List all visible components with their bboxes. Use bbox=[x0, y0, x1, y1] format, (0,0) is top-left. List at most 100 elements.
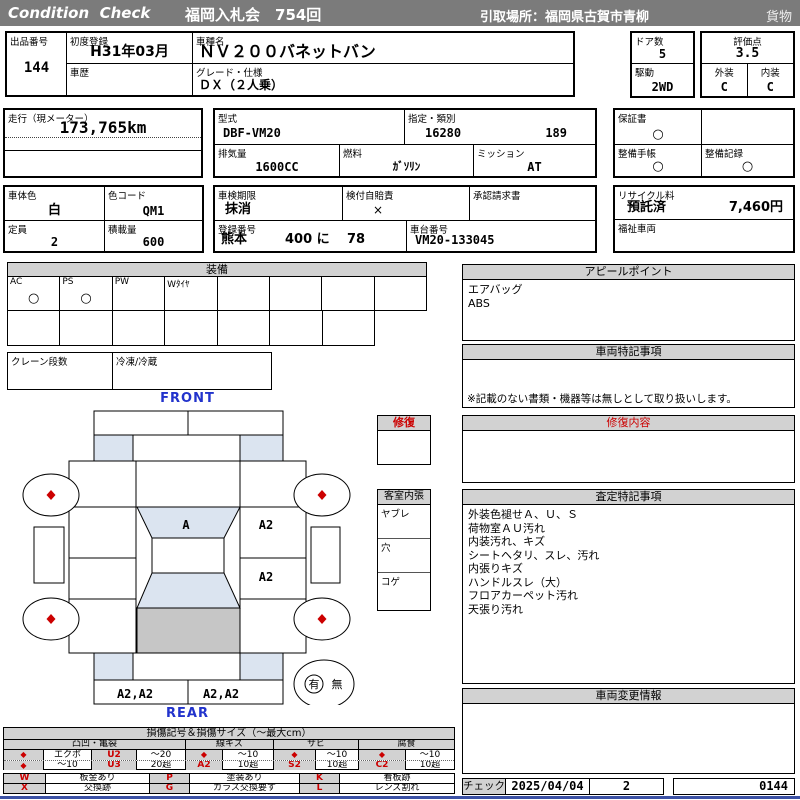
lot-number-value: 144 bbox=[23, 60, 50, 76]
maintenance-record-label: 整備記録 bbox=[705, 149, 744, 160]
rear-bumper-mark-left: A2,A2 bbox=[117, 687, 153, 701]
car-damage-diagram: A A2 A2 A2,A2 A2,A2 有 無 bbox=[22, 410, 355, 705]
warranty-value: ○ bbox=[652, 127, 664, 142]
equipment-cell-label: Wﾀｲﾔ bbox=[167, 280, 190, 290]
rear-bumper-mark-right: A2,A2 bbox=[203, 687, 239, 701]
capacity-value: 2 bbox=[50, 235, 59, 249]
equipment-cell-label: PS bbox=[62, 277, 74, 287]
windshield-damage-mark: A bbox=[182, 518, 190, 532]
assessment-content: 外装色褪せＡ、Ｕ、Ｓ 荷物室ＡＵ汚れ 内装汚れ、キズ シートヘタリ、スレ、汚れ … bbox=[468, 508, 600, 616]
repair-flag-title: 修復 bbox=[378, 416, 430, 431]
approval-label: 承認請求書 bbox=[473, 191, 521, 202]
front-label: FRONT bbox=[160, 391, 215, 406]
equipment-cell-empty bbox=[165, 311, 218, 345]
legend-symbol: ◆ bbox=[4, 761, 44, 770]
vehicle-category: 貨物 bbox=[765, 10, 792, 25]
equipment-cell-empty bbox=[113, 311, 166, 345]
cabin-row-burn: コゲ bbox=[381, 577, 401, 588]
legend-symbol: ◆ bbox=[4, 750, 44, 760]
check-count: 2 bbox=[622, 779, 631, 793]
color-code-label: 色コード bbox=[108, 191, 147, 202]
header-bar: Condition Check 福岡入札会 754回 引取場所：福岡県古賀市青柳… bbox=[0, 0, 800, 26]
score-value: 3.5 bbox=[735, 46, 760, 61]
check-label: チェック bbox=[463, 779, 506, 794]
model-code-value: DBF-VM20 bbox=[223, 126, 281, 140]
legend-code: U3 bbox=[92, 761, 137, 770]
vehicle-notes-disclaimer: ※記載のない書類・機器等は無しとして取り扱いします。 bbox=[467, 392, 737, 405]
equipment-cell bbox=[270, 277, 323, 310]
legend-code-p: P bbox=[150, 774, 190, 783]
legend-size: ～10 bbox=[223, 750, 274, 760]
inspection-value: 抹消 bbox=[225, 202, 252, 217]
warranty-label: 保証書 bbox=[618, 114, 647, 125]
inspection-reg-table: 車検期限 抹消 検付自賠責 × 承認請求書 登録番号 熊本 400 に 78 車… bbox=[213, 185, 597, 253]
recycle-status: 預託済 bbox=[627, 200, 667, 215]
body-color-value: 白 bbox=[47, 203, 61, 218]
class-number-value1: 16280 bbox=[425, 126, 462, 140]
legend-codes-table: W 板金あり P 塗装あり K 看板跡 X 交換跡 G ガラス交換要す L レン… bbox=[3, 773, 455, 794]
equipment-cell: Wﾀｲﾔ bbox=[165, 277, 218, 310]
pickup-location: 引取場所：福岡県古賀市青柳 bbox=[480, 10, 650, 25]
exterior-grade-value: C bbox=[720, 80, 728, 94]
assessment-title: 査定特記事項 bbox=[463, 490, 794, 505]
rear-glass-right bbox=[239, 652, 284, 681]
legend-size: 10超 bbox=[419, 761, 441, 770]
legend-code-w: W bbox=[4, 774, 46, 783]
legend-size: ～10 bbox=[419, 750, 441, 760]
appeal-panel: アピールポイント エアバッグ ABS bbox=[462, 264, 795, 341]
equipment-cell bbox=[322, 277, 375, 310]
legend-code: A2 bbox=[186, 761, 223, 770]
equipment-cell-empty bbox=[60, 311, 113, 345]
equipment-cell bbox=[218, 277, 270, 310]
maintenance-book-value: ○ bbox=[652, 159, 664, 174]
legend-size: ～20 bbox=[137, 750, 186, 760]
capacity-label: 定員 bbox=[8, 225, 28, 236]
vehicle-id-table: 出品番号 144 初度登録 H31年03月 車歴 車種名 ＮＶ２００バネットバン bbox=[5, 31, 575, 97]
legend-size: 10超 bbox=[316, 761, 359, 770]
legend-size: 10超 bbox=[223, 761, 274, 770]
repair-detail-content bbox=[463, 431, 794, 437]
recycle-table: リサイクル料 預託済 7,460円 福祉車両 bbox=[613, 185, 795, 253]
legend-section-scratch: 線キズ bbox=[186, 740, 274, 749]
legend-symbol: ◆ bbox=[186, 750, 223, 760]
changes-content bbox=[463, 704, 794, 710]
repair-detail-title: 修復内容 bbox=[463, 416, 794, 431]
legend-size: 20超 bbox=[137, 761, 186, 770]
assessment-panel: 査定特記事項 外装色褪せＡ、Ｕ、Ｓ 荷物室ＡＵ汚れ 内装汚れ、キズ シートヘタリ… bbox=[462, 489, 795, 684]
legend-section-dents: 凸凹・亀裂 bbox=[4, 740, 186, 749]
legend-code-l-label: レンズ割れ bbox=[374, 784, 420, 793]
model-code-label: 型式 bbox=[218, 114, 238, 125]
registration-number: 78 bbox=[347, 232, 366, 247]
spec-table: 型式 DBF-VM20 指定・類別 16280 189 排気量 1600CC 燃… bbox=[213, 108, 597, 178]
color-capacity-table: 車体色 白 色コード QM1 定員 2 積載量 600 bbox=[3, 185, 204, 253]
grade-value: ＤＸ（２人乗） bbox=[199, 78, 284, 92]
equipment-cell: AC ○ bbox=[8, 277, 61, 310]
brand-logo: Condition Check bbox=[8, 4, 151, 22]
fridge-label: 冷凍/冷蔵 bbox=[116, 357, 158, 368]
load-value: 600 bbox=[142, 235, 165, 249]
appeal-content: エアバッグ ABS bbox=[468, 283, 523, 310]
cabin-lining-title: 客室内張 bbox=[378, 490, 430, 505]
class-number-label: 指定・類別 bbox=[408, 114, 456, 125]
equipment-cell bbox=[375, 277, 426, 310]
mileage-box: 走行（現メーター） 173,765km bbox=[3, 108, 203, 178]
documents-empty-cell bbox=[702, 110, 793, 144]
equipment-row-1: AC ○ PS ○ PW Wﾀｲﾔ bbox=[7, 276, 427, 311]
equipment-cell-empty bbox=[218, 311, 271, 345]
doors-value: 5 bbox=[658, 47, 667, 61]
side-damage-mark-bottom: A2 bbox=[259, 570, 273, 584]
legend-size: エクボ bbox=[44, 750, 92, 760]
legend-code: S2 bbox=[274, 761, 316, 770]
legend-code: U2 bbox=[92, 750, 137, 760]
equipment-cell-label: PW bbox=[114, 277, 130, 287]
doors-drive-table: ドア数 5 駆動 2WD bbox=[630, 31, 695, 98]
welfare-label: 福祉車両 bbox=[618, 224, 657, 235]
equipment-cell-value: ○ bbox=[28, 291, 40, 306]
interior-grade-label: 内装 bbox=[760, 68, 780, 79]
mileage-value: 173,765km bbox=[59, 118, 147, 137]
cabin-lining-box: 客室内張 ヤブレ 穴 コゲ bbox=[377, 489, 431, 611]
check-date: 2025/04/04 bbox=[506, 779, 590, 794]
mirror-right bbox=[310, 526, 341, 584]
equipment-cell: PS ○ bbox=[60, 277, 113, 310]
load-label: 積載量 bbox=[108, 225, 137, 236]
